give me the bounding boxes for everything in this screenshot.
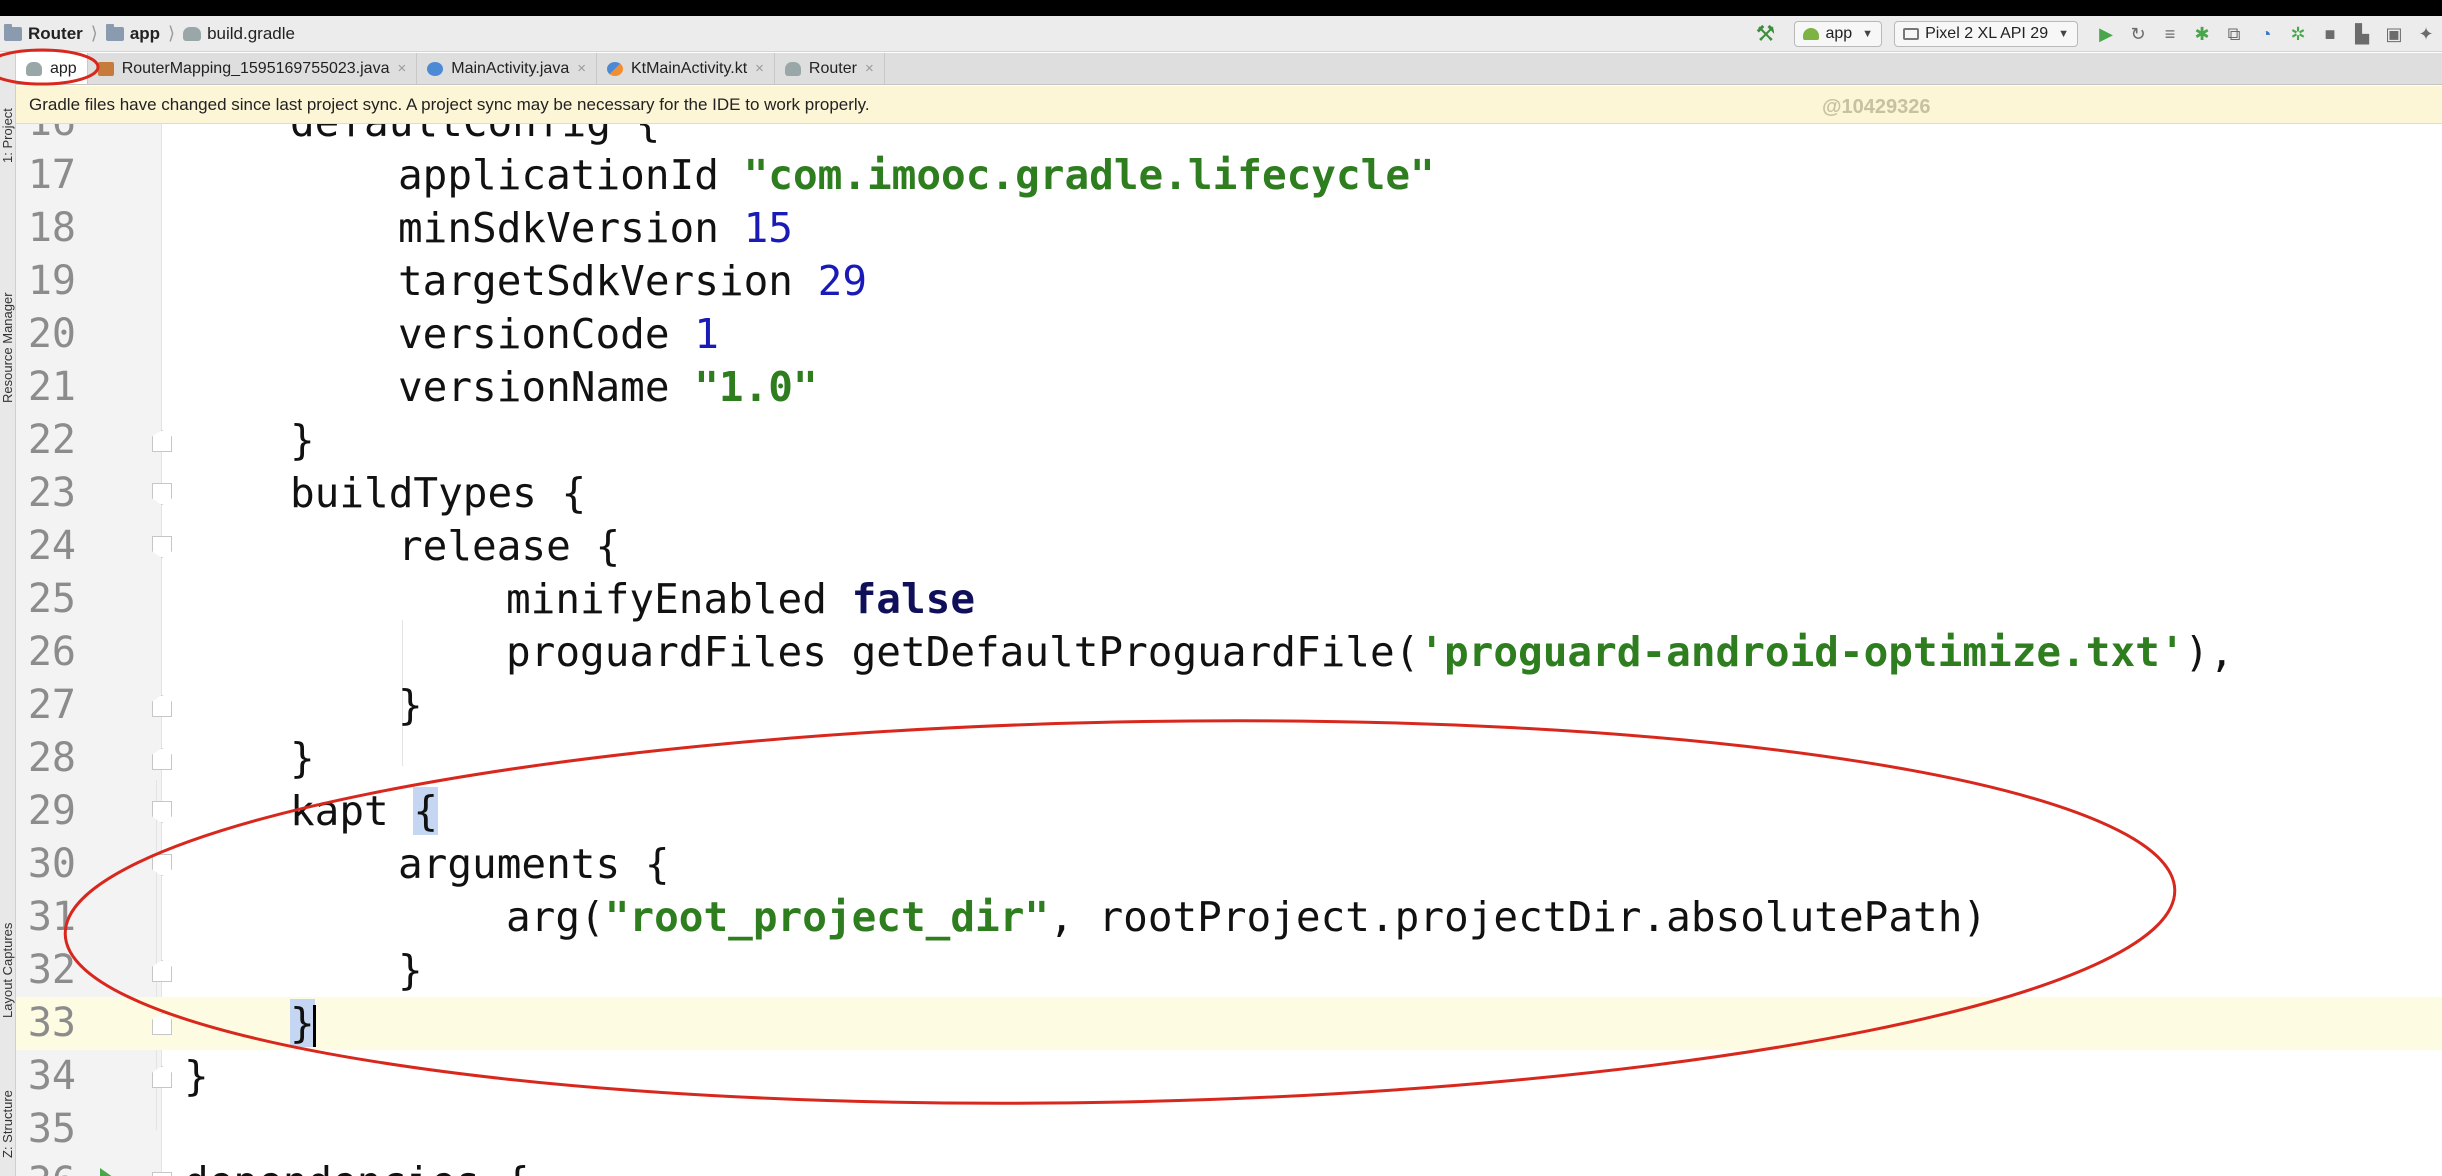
close-icon[interactable]: × bbox=[755, 60, 764, 77]
chevron-down-icon: ▼ bbox=[1862, 28, 1874, 40]
top-black-bar bbox=[0, 0, 2442, 16]
breadcrumb-item-build-gradle[interactable]: build.gradle bbox=[207, 24, 295, 44]
notification-message: Gradle files have changed since last pro… bbox=[29, 94, 870, 114]
chevron-down-icon: ▼ bbox=[2058, 28, 2069, 40]
tab-kt-main-activity[interactable]: KtMainActivity.kt × bbox=[597, 53, 775, 84]
run-icon[interactable]: ▶ bbox=[2096, 24, 2116, 44]
sdk-manager-icon[interactable]: ▣ bbox=[2384, 24, 2404, 44]
stop-icon[interactable]: ■ bbox=[2320, 24, 2340, 44]
code-line: 29 kapt { bbox=[27, 787, 439, 835]
module-folder-icon bbox=[105, 23, 124, 41]
fold-marker-icon[interactable] bbox=[152, 1066, 172, 1088]
close-icon[interactable]: × bbox=[397, 60, 406, 77]
device-icon bbox=[1903, 28, 1920, 40]
assistant-icon[interactable]: ✦ bbox=[2416, 24, 2436, 44]
editor-tab-bar: app RouterMapping_1595169755023.java × M… bbox=[0, 53, 2442, 85]
text-caret bbox=[312, 1005, 316, 1047]
tab-label: MainActivity.java bbox=[451, 59, 570, 77]
tool-window-layout-captures[interactable]: Layout Captures bbox=[0, 893, 16, 1018]
code-line: 28 } bbox=[27, 734, 315, 782]
java-class-icon bbox=[427, 61, 444, 76]
device-label: Pixel 2 XL API 29 bbox=[1925, 25, 2049, 42]
navigation-bar: Router ⟩ app ⟩ build.gradle ⚒ app ▼ Pixe… bbox=[0, 16, 2442, 52]
sync-gradle-icon[interactable]: ✲ bbox=[2288, 24, 2308, 44]
make-project-hammer-icon[interactable]: ⚒ bbox=[1754, 23, 1776, 45]
gradle-file-icon bbox=[26, 61, 42, 76]
gradle-file-icon bbox=[183, 26, 202, 41]
tab-app[interactable]: app bbox=[16, 53, 88, 84]
run-configuration-dropdown[interactable]: app ▼ bbox=[1794, 21, 1883, 47]
android-icon bbox=[1803, 28, 1820, 40]
java-file-icon bbox=[97, 61, 114, 76]
tool-window-structure[interactable]: Z: Structure bbox=[0, 1063, 16, 1158]
fold-marker-icon[interactable] bbox=[152, 430, 172, 452]
tool-window-project[interactable]: 1: Project bbox=[0, 73, 16, 163]
breadcrumb-item-app[interactable]: app bbox=[130, 24, 160, 44]
left-tool-window-strip: 1: Project Resource Manager Layout Captu… bbox=[0, 53, 16, 1176]
code-line: 32 } bbox=[27, 946, 423, 994]
code-line: 16 defaultConfig { bbox=[16, 124, 2442, 149]
main-toolbar: ⚒ app ▼ Pixel 2 XL API 29 ▼ ▶ ↻ ≡ ✱ ⧉ ◔ … bbox=[1754, 16, 2442, 52]
fold-marker-icon[interactable] bbox=[152, 1172, 172, 1176]
code-line: 19 targetSdkVersion 29 bbox=[27, 257, 868, 305]
tab-router[interactable]: Router × bbox=[775, 53, 885, 84]
matched-brace: } bbox=[290, 999, 315, 1047]
fold-marker-icon[interactable] bbox=[152, 960, 172, 982]
gradle-sync-notification: Gradle files have changed since last pro… bbox=[16, 86, 2442, 124]
apply-code-changes-icon[interactable]: ≡ bbox=[2160, 24, 2180, 44]
close-icon[interactable]: × bbox=[865, 60, 874, 77]
close-icon[interactable]: × bbox=[577, 60, 586, 77]
tool-window-resource-manager[interactable]: Resource Manager bbox=[0, 273, 16, 403]
code-line-current: 33 } bbox=[16, 997, 2442, 1050]
watermark: @10429326 bbox=[1822, 96, 1931, 118]
code-line: 27 } bbox=[27, 681, 423, 729]
code-line: 17 applicationId "com.imooc.gradle.lifec… bbox=[27, 151, 1435, 199]
code-line: 30 arguments { bbox=[27, 840, 670, 888]
code-line: 35 bbox=[27, 1106, 76, 1152]
fold-marker-icon[interactable] bbox=[152, 483, 172, 505]
code-line: 21 versionName "1.0" bbox=[27, 363, 818, 411]
code-line: 36 dependencies { bbox=[16, 1156, 2442, 1176]
code-line: 34 } bbox=[27, 1052, 209, 1100]
attach-debugger-icon[interactable]: ⧉ bbox=[2224, 24, 2244, 44]
run-configuration-label: app bbox=[1825, 25, 1853, 42]
fold-marker-icon[interactable] bbox=[152, 1013, 172, 1035]
code-line: 26 proguardFiles getDefaultProguardFile(… bbox=[27, 628, 2234, 676]
matched-brace: { bbox=[413, 787, 439, 835]
run-gutter-icon[interactable] bbox=[100, 1168, 120, 1176]
code-editor[interactable]: 16 defaultConfig { 17 applicationId "com… bbox=[16, 124, 2442, 1176]
fold-marker-icon[interactable] bbox=[152, 748, 172, 770]
code-line: 23 buildTypes { bbox=[27, 469, 587, 517]
tab-label: app bbox=[50, 59, 77, 77]
breadcrumb-separator-icon: ⟩ bbox=[90, 23, 98, 43]
code-line: 18 minSdkVersion 15 bbox=[27, 204, 793, 252]
fold-marker-icon[interactable] bbox=[152, 695, 172, 717]
tab-router-mapping[interactable]: RouterMapping_1595169755023.java × bbox=[88, 53, 418, 84]
code-line: 25 minifyEnabled false bbox=[27, 575, 975, 623]
tab-main-activity[interactable]: MainActivity.java × bbox=[417, 53, 597, 84]
device-dropdown[interactable]: Pixel 2 XL API 29 ▼ bbox=[1894, 21, 2078, 47]
code-line: 31 arg("root_project_dir", rootProject.p… bbox=[27, 893, 1988, 941]
breadcrumb: Router ⟩ app ⟩ build.gradle bbox=[0, 16, 295, 51]
profile-icon[interactable]: ◔ bbox=[2256, 24, 2276, 44]
code-line: 24 release { bbox=[27, 522, 621, 570]
tab-label: KtMainActivity.kt bbox=[630, 59, 748, 77]
tab-label: RouterMapping_1595169755023.java bbox=[121, 59, 390, 77]
apply-changes-icon[interactable]: ↻ bbox=[2128, 24, 2148, 44]
fold-marker-icon[interactable] bbox=[152, 801, 172, 823]
tab-label: Router bbox=[808, 59, 857, 77]
kotlin-class-icon bbox=[606, 61, 623, 76]
fold-marker-icon[interactable] bbox=[152, 854, 172, 876]
project-folder-icon bbox=[4, 23, 22, 41]
breadcrumb-separator-icon: ⟩ bbox=[168, 23, 176, 43]
fold-marker-icon[interactable] bbox=[152, 536, 172, 558]
code-line: 22 } bbox=[27, 416, 315, 464]
breadcrumb-item-router[interactable]: Router bbox=[28, 24, 83, 44]
gradle-file-icon bbox=[784, 61, 801, 76]
avd-manager-icon[interactable]: ▙ bbox=[2352, 24, 2372, 44]
debug-icon[interactable]: ✱ bbox=[2192, 24, 2212, 44]
code-line: 20 versionCode 1 bbox=[27, 310, 719, 358]
